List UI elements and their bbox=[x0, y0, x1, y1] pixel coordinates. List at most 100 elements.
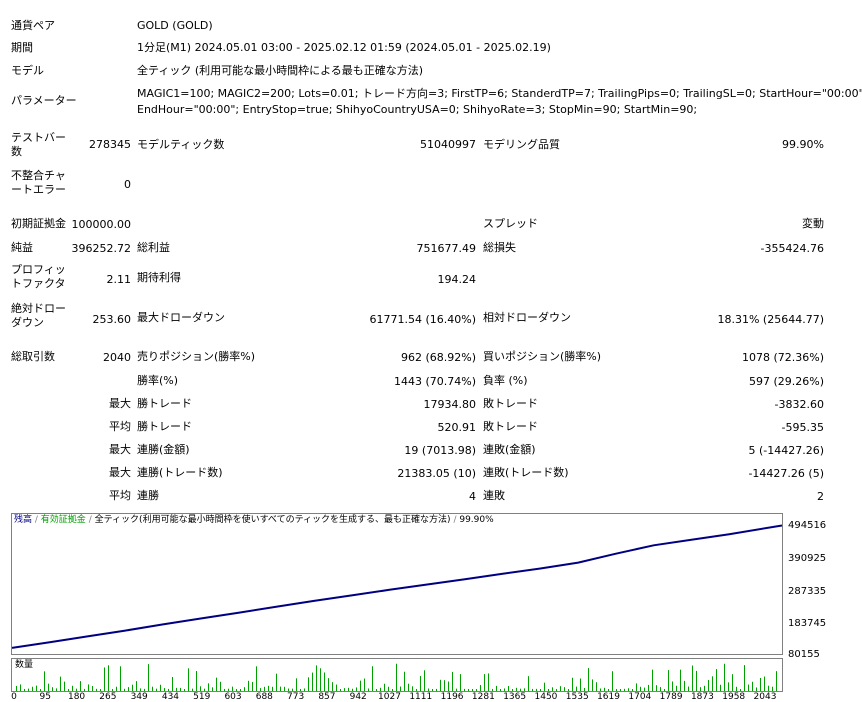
volume-bar bbox=[492, 688, 493, 691]
volume-bar bbox=[244, 687, 245, 691]
volume-bar bbox=[72, 685, 73, 691]
volume-bar bbox=[96, 688, 97, 691]
volume-bar bbox=[260, 688, 261, 691]
x-tick-label: 519 bbox=[193, 692, 211, 702]
volume-bar bbox=[760, 678, 761, 691]
volume-bar bbox=[556, 688, 557, 691]
volume-bar bbox=[752, 681, 753, 691]
volume-bar bbox=[28, 688, 29, 691]
volume-bar bbox=[672, 681, 673, 691]
volume-bar bbox=[720, 684, 721, 691]
volume-bar bbox=[432, 688, 433, 691]
volume-bar bbox=[16, 685, 17, 691]
volume-bar bbox=[56, 688, 57, 691]
volume-bar bbox=[24, 688, 25, 691]
volume-bar bbox=[132, 684, 133, 691]
volume-bar bbox=[440, 679, 441, 691]
x-tick-label: 1111 bbox=[409, 692, 433, 702]
volume-bar bbox=[328, 678, 329, 691]
volume-bar bbox=[532, 688, 533, 691]
volume-bar bbox=[712, 676, 713, 691]
volume-bar bbox=[200, 686, 201, 691]
volume-bar bbox=[488, 673, 489, 691]
volume-bar bbox=[344, 688, 345, 691]
volume-bar bbox=[704, 685, 705, 691]
x-tick-label: 265 bbox=[99, 692, 117, 702]
volume-bar bbox=[404, 671, 405, 691]
volume-bar bbox=[196, 671, 197, 691]
volume-bar bbox=[728, 682, 729, 691]
volume-bar bbox=[128, 687, 129, 691]
volume-bar bbox=[612, 671, 613, 691]
volume-bar bbox=[160, 684, 161, 691]
volume-bar bbox=[304, 688, 305, 691]
volume-bar bbox=[360, 680, 361, 691]
volume-bar bbox=[700, 687, 701, 691]
x-tick-label: 773 bbox=[287, 692, 305, 702]
volume-bar bbox=[516, 687, 517, 691]
volume-bar bbox=[64, 681, 65, 691]
volume-bar bbox=[108, 665, 109, 691]
volume-bar bbox=[520, 688, 521, 691]
volume-bar bbox=[764, 676, 765, 691]
volume-bar bbox=[240, 688, 241, 691]
volume-bar bbox=[336, 684, 337, 691]
y-tick-label: 390925 bbox=[788, 553, 827, 564]
volume-bar bbox=[236, 688, 237, 691]
volume-bar bbox=[184, 688, 185, 691]
x-tick-label: 1281 bbox=[471, 692, 495, 702]
volume-bar bbox=[272, 686, 273, 691]
volume-bar bbox=[324, 672, 325, 691]
volume-bar bbox=[732, 674, 733, 691]
x-tick-label: 857 bbox=[318, 692, 336, 702]
volume-bar bbox=[120, 666, 121, 691]
volume-bar bbox=[524, 688, 525, 691]
volume-bar bbox=[664, 688, 665, 691]
volume-bar bbox=[20, 684, 21, 691]
volume-bar bbox=[536, 688, 537, 691]
volume-bar bbox=[264, 686, 265, 691]
x-tick-label: 1196 bbox=[440, 692, 464, 702]
volume-bar bbox=[504, 688, 505, 691]
volume-bar bbox=[312, 672, 313, 691]
volume-bar bbox=[192, 688, 193, 691]
volume-bar bbox=[92, 685, 93, 691]
volume-bar bbox=[632, 688, 633, 691]
volume-bar bbox=[376, 689, 377, 691]
volume-bar bbox=[60, 676, 61, 691]
volume-bar bbox=[544, 682, 545, 691]
volume-bar bbox=[52, 687, 53, 691]
volume-bar bbox=[568, 689, 569, 691]
volume-bar bbox=[356, 687, 357, 691]
volume-bar bbox=[472, 688, 473, 691]
volume-bar bbox=[428, 688, 429, 691]
volume-bar bbox=[284, 686, 285, 691]
volume-bar bbox=[68, 688, 69, 691]
volume-bar bbox=[640, 686, 641, 691]
volume-bar bbox=[696, 670, 697, 691]
volume-bar bbox=[80, 681, 81, 691]
x-tick-label: 603 bbox=[224, 692, 242, 702]
volume-bar bbox=[580, 678, 581, 691]
volume-bar bbox=[512, 688, 513, 691]
volume-bar bbox=[444, 680, 445, 691]
x-tick-label: 180 bbox=[67, 692, 86, 702]
volume-bar bbox=[332, 682, 333, 691]
volume-bar bbox=[36, 685, 37, 691]
volume-bar bbox=[204, 688, 205, 691]
volume-bar bbox=[560, 686, 561, 691]
volume-bar bbox=[508, 685, 509, 691]
volume-bar bbox=[588, 668, 589, 691]
volume-bar bbox=[776, 671, 777, 691]
volume-bar bbox=[268, 685, 269, 691]
volume-bar bbox=[772, 686, 773, 691]
volume-bar bbox=[416, 688, 417, 691]
volume-bar bbox=[388, 686, 389, 691]
volume-bar bbox=[744, 665, 745, 691]
y-tick-label: 287335 bbox=[788, 586, 827, 597]
volume-bar bbox=[768, 685, 769, 691]
volume-bar bbox=[464, 688, 465, 691]
volume-bar bbox=[280, 686, 281, 691]
volume-bar bbox=[688, 686, 689, 691]
volume-bar bbox=[340, 688, 341, 691]
